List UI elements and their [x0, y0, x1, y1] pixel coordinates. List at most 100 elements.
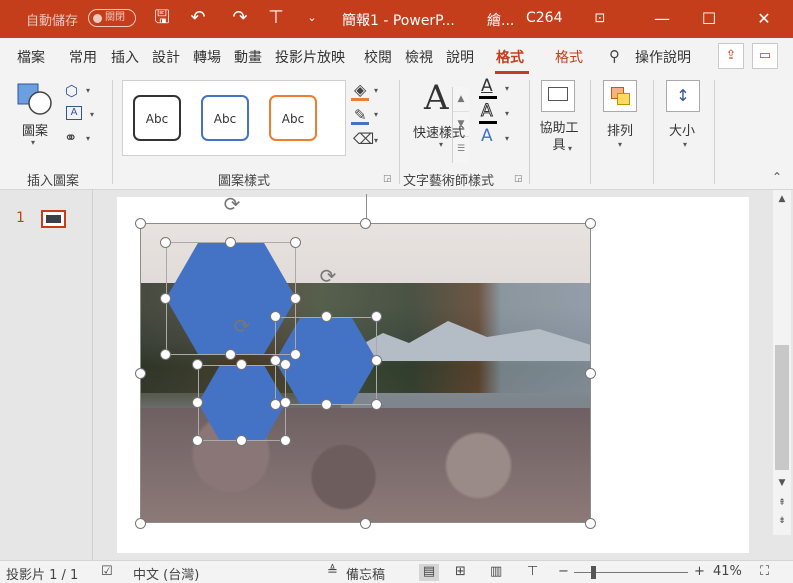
arrange-icon[interactable]	[603, 80, 637, 112]
normal-view-icon[interactable]: ▤	[419, 564, 439, 581]
merge-shapes-dropdown-icon[interactable]: ▾	[86, 134, 90, 143]
shape-1-handle[interactable]	[225, 349, 236, 360]
text-box-dropdown-icon[interactable]: ▾	[90, 110, 94, 119]
size-dropdown-icon[interactable]: ▾	[683, 140, 687, 149]
notes-icon[interactable]: ≜	[327, 564, 338, 579]
notes-button[interactable]: 備忘稿	[346, 564, 385, 583]
minimize-icon[interactable]: —	[650, 7, 674, 31]
text-fill-icon[interactable]: A	[481, 76, 493, 96]
shape-effects-icon[interactable]: ⌫	[353, 130, 374, 148]
shape-style-blue[interactable]: Abc	[201, 95, 249, 141]
tab-format-picture[interactable]: 格式	[555, 47, 583, 67]
tab-slideshow[interactable]: 投影片放映	[275, 47, 345, 67]
text-fill-dropdown-icon[interactable]: ▾	[505, 84, 509, 93]
redo-icon[interactable]: ↷	[228, 6, 252, 30]
save-icon[interactable]: 🖫	[150, 6, 174, 30]
slideshow-icon[interactable]: ⊤	[527, 564, 538, 579]
text-box-icon[interactable]: A	[66, 106, 82, 120]
resize-handle-ne[interactable]	[585, 218, 596, 229]
resize-handle-se[interactable]	[585, 518, 596, 529]
previous-slide-icon[interactable]: ⇞	[773, 498, 791, 508]
quick-styles-icon[interactable]: A	[424, 78, 449, 118]
tab-design[interactable]: 設計	[152, 47, 180, 67]
fit-to-window-icon[interactable]: ⛶	[760, 564, 769, 579]
shape-style-orange[interactable]: Abc	[269, 95, 317, 141]
tell-me-field[interactable]: 操作說明	[635, 47, 691, 67]
spelling-check-icon[interactable]: ☑	[101, 564, 113, 579]
shape-3-handle[interactable]	[236, 359, 247, 370]
tab-format-shape[interactable]: 格式	[496, 47, 524, 67]
shape-1-handle[interactable]	[290, 237, 301, 248]
tab-review[interactable]: 校閱	[364, 47, 392, 67]
slide-thumbnail[interactable]	[41, 210, 66, 228]
shape-1-handle[interactable]	[160, 237, 171, 248]
tab-transitions[interactable]: 轉場	[193, 47, 221, 67]
scroll-down-icon[interactable]: ▼	[773, 478, 791, 488]
group-rotate-icon[interactable]: ⟳	[220, 192, 244, 216]
text-outline-dropdown-icon[interactable]: ▾	[505, 109, 509, 118]
shape-3-handle[interactable]	[280, 435, 291, 446]
resize-handle-n[interactable]	[360, 218, 371, 229]
gallery-up-icon[interactable]: ▲	[453, 87, 469, 112]
shape-1-handle[interactable]	[290, 293, 301, 304]
reading-view-icon[interactable]: ▥	[490, 564, 502, 579]
arrange-dropdown-icon[interactable]: ▾	[618, 140, 622, 149]
collapse-ribbon-icon[interactable]: ⌃	[772, 170, 782, 184]
shape-3-handle[interactable]	[192, 359, 203, 370]
shape-2-handle[interactable]	[371, 311, 382, 322]
search-icon[interactable]: ⚲	[609, 47, 620, 65]
undo-icon[interactable]: ↶	[186, 6, 210, 30]
resize-handle-e[interactable]	[585, 368, 596, 379]
shape-2-handle[interactable]	[321, 399, 332, 410]
resize-handle-s[interactable]	[360, 518, 371, 529]
shape-3-handle[interactable]	[192, 435, 203, 446]
customize-qat-icon[interactable]: ⌄	[300, 6, 324, 30]
shape-3-handle[interactable]	[280, 359, 291, 370]
tab-insert[interactable]: 插入	[111, 47, 139, 67]
language-indicator[interactable]: 中文 (台灣)	[133, 564, 199, 583]
edit-shape-dropdown-icon[interactable]: ▾	[86, 86, 90, 95]
tab-view[interactable]: 檢視	[405, 47, 433, 67]
text-effects-dropdown-icon[interactable]: ▾	[505, 134, 509, 143]
close-icon[interactable]: ✕	[752, 7, 776, 31]
tab-animations[interactable]: 動畫	[234, 47, 262, 67]
shape-outline-dropdown-icon[interactable]: ▾	[374, 110, 378, 119]
scroll-up-icon[interactable]: ▲	[773, 194, 791, 204]
zoom-in-icon[interactable]: +	[694, 564, 705, 579]
shape-1-handle[interactable]	[160, 349, 171, 360]
shape-fill-icon[interactable]: ◈	[354, 80, 366, 99]
zoom-level[interactable]: 41%	[713, 564, 742, 579]
zoom-out-icon[interactable]: −	[558, 564, 569, 579]
resize-handle-sw[interactable]	[135, 518, 146, 529]
edit-shape-icon[interactable]: ⬡	[65, 82, 78, 100]
user-code[interactable]: C264	[526, 10, 563, 26]
shape-3-handle[interactable]	[280, 397, 291, 408]
next-slide-icon[interactable]: ⇟	[773, 516, 791, 526]
slide-sorter-icon[interactable]: ⊞	[455, 564, 466, 579]
shape-3-rotate-icon[interactable]: ⟳	[230, 314, 254, 338]
shape-3-handle[interactable]	[192, 397, 203, 408]
resize-handle-w[interactable]	[135, 368, 146, 379]
autosave-toggle[interactable]: 關閉	[88, 9, 136, 27]
present-icon[interactable]: ⊤	[264, 6, 288, 30]
shape-1-handle[interactable]	[225, 237, 236, 248]
shape-2-handle[interactable]	[270, 311, 281, 322]
vertical-scrollbar[interactable]: ▲ ▼ ⇞ ⇟	[773, 190, 791, 535]
tab-file[interactable]: 檔案	[17, 47, 45, 67]
shapes-icon[interactable]	[16, 82, 54, 116]
shape-2-handle[interactable]	[371, 355, 382, 366]
shape-1-handle[interactable]	[290, 349, 301, 360]
zoom-slider-thumb[interactable]	[591, 566, 596, 579]
shapes-dropdown-icon[interactable]: ▾	[31, 138, 35, 147]
share-button[interactable]: ⇪	[718, 43, 744, 69]
comments-button[interactable]: ▭	[752, 43, 778, 69]
wordart-launcher-icon[interactable]: ◲	[514, 174, 523, 184]
tab-help[interactable]: 說明	[446, 47, 474, 67]
scrollbar-thumb[interactable]	[775, 345, 789, 470]
shape-2-rotate-icon[interactable]: ⟳	[316, 264, 340, 288]
shape-1-handle[interactable]	[160, 293, 171, 304]
text-outline-icon[interactable]: A	[481, 101, 494, 122]
shape-styles-launcher-icon[interactable]: ◲	[383, 174, 392, 184]
shape-effects-dropdown-icon[interactable]: ▾	[374, 136, 378, 145]
shape-3-handle[interactable]	[236, 435, 247, 446]
